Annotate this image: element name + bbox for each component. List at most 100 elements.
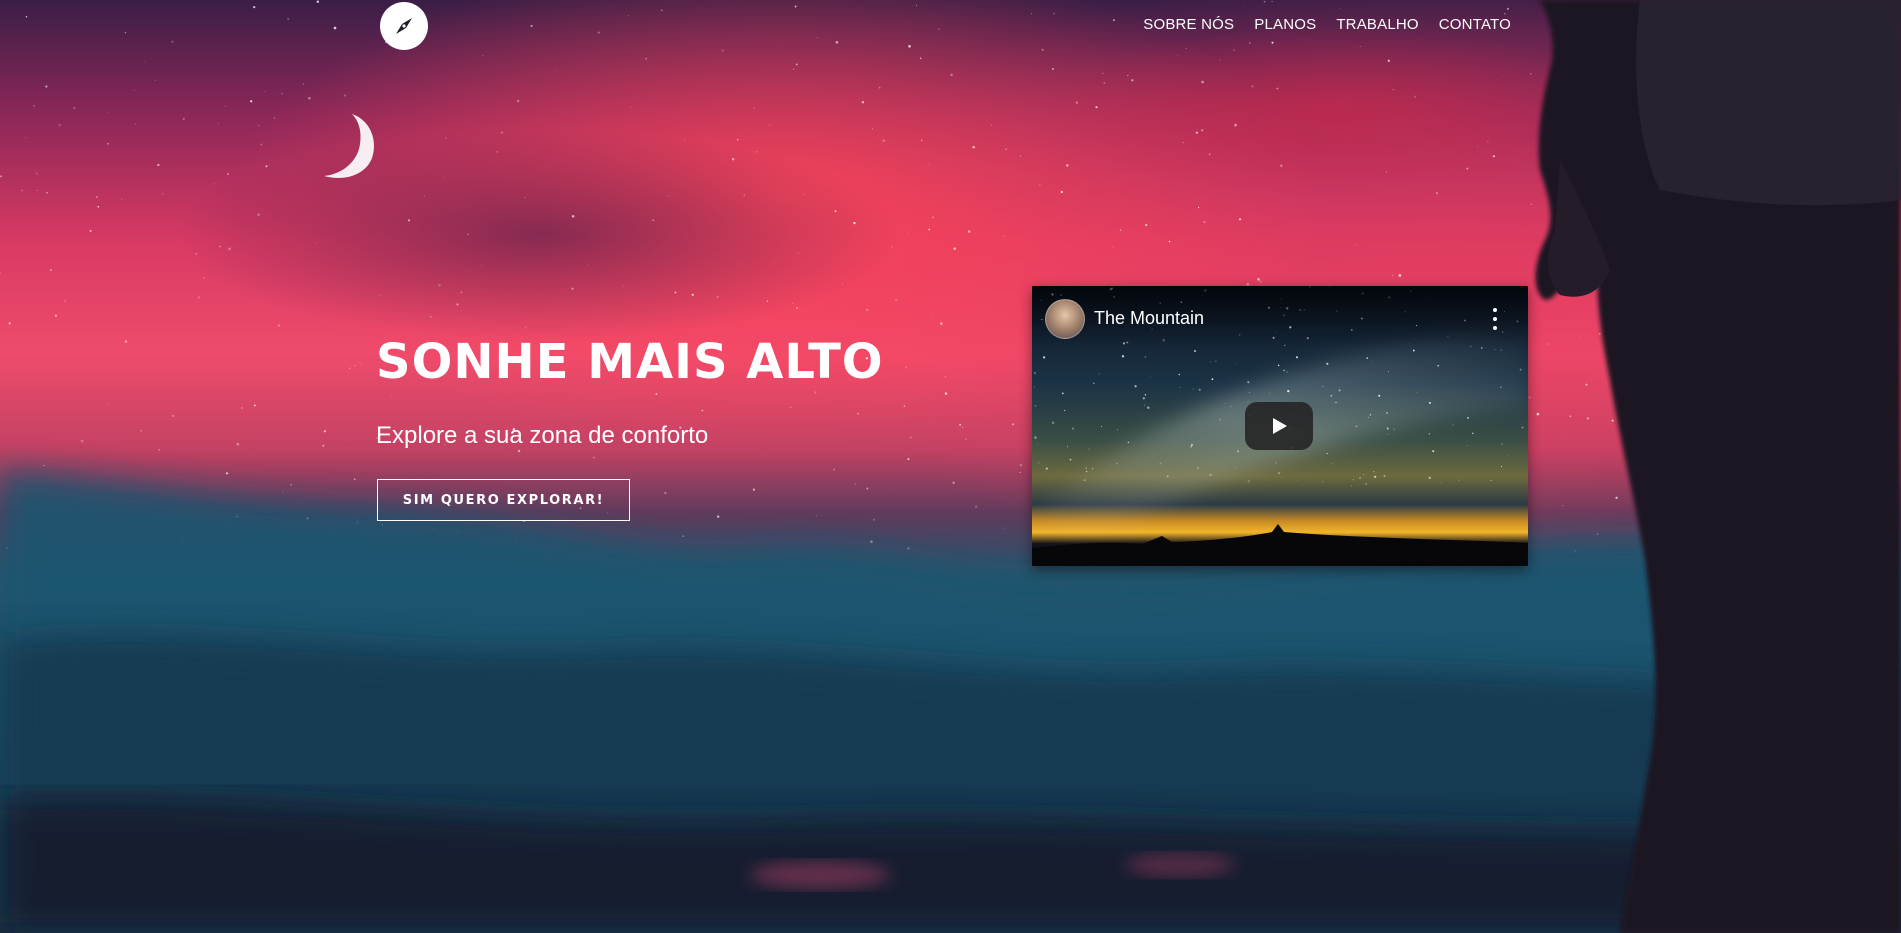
video-star (1042, 356, 1046, 359)
video-star (1277, 364, 1280, 367)
video-star (1159, 462, 1162, 465)
video-star (1420, 461, 1421, 463)
video-star (1210, 361, 1211, 363)
video-star (1335, 401, 1337, 404)
video-star (1072, 427, 1074, 430)
nav-link-planos[interactable]: PLANOS (1254, 16, 1316, 33)
video-star (1051, 421, 1055, 424)
video-star (1458, 479, 1460, 481)
person-silhouette (1535, 0, 1901, 933)
hero-subtitle: Explore a sua zona de conforto (376, 422, 709, 449)
video-star (1147, 406, 1150, 409)
video-star (1373, 471, 1375, 473)
compass-icon (396, 18, 412, 34)
video-star (1322, 385, 1324, 387)
video-star (1440, 482, 1442, 484)
video-star (1247, 480, 1250, 483)
video-star (1366, 357, 1369, 359)
video-star (1179, 386, 1181, 388)
video-embed[interactable]: The Mountain (1032, 286, 1528, 566)
video-star (1367, 417, 1369, 419)
video-star (1269, 392, 1271, 394)
video-star (1134, 385, 1137, 388)
video-star (1501, 443, 1503, 445)
video-star (1331, 463, 1333, 465)
video-star (1105, 469, 1107, 471)
video-star (1219, 447, 1221, 449)
video-star (1198, 388, 1201, 391)
video-star (1037, 443, 1039, 445)
video-star (1190, 445, 1192, 448)
video-star (1193, 349, 1197, 353)
video-star (1428, 433, 1431, 435)
video-star (1117, 429, 1119, 431)
video-star (1211, 378, 1214, 381)
video-star (1352, 479, 1354, 481)
video-star (1386, 412, 1388, 414)
video-star (1467, 416, 1470, 419)
video-title[interactable]: The Mountain (1094, 308, 1204, 329)
video-star (1297, 480, 1299, 481)
video-star (1326, 362, 1329, 365)
video-star (1257, 454, 1259, 455)
play-button[interactable] (1245, 402, 1313, 450)
video-star (1219, 418, 1222, 421)
video-star (1355, 425, 1358, 428)
video-star (1519, 368, 1522, 371)
logo[interactable] (380, 2, 428, 50)
video-star (1033, 386, 1035, 388)
more-vertical-icon[interactable] (1490, 308, 1500, 330)
nav-link-sobre-nos[interactable]: SOBRE NÓS (1143, 16, 1234, 33)
video-star (1494, 348, 1496, 351)
video-star (1069, 458, 1072, 461)
video-star (1237, 450, 1239, 453)
video-star (1378, 394, 1381, 397)
video-star (1178, 373, 1181, 376)
video-star (1144, 356, 1147, 358)
video-star (1085, 467, 1087, 469)
video-star (1197, 467, 1199, 469)
video-star (1437, 364, 1440, 367)
video-star (1365, 483, 1367, 485)
video-star (1386, 427, 1389, 430)
hero-title: SONHE MAIS ALTO (376, 334, 884, 390)
video-star (1507, 454, 1509, 456)
video-star (1326, 452, 1328, 455)
video-star (1371, 361, 1372, 362)
video-star (1500, 466, 1503, 468)
video-star (1153, 458, 1154, 459)
video-star (1127, 441, 1130, 444)
video-star (1466, 444, 1468, 447)
play-icon (1273, 418, 1287, 434)
video-star (1037, 461, 1040, 464)
video-star (1281, 476, 1283, 478)
video-star (1472, 432, 1474, 434)
video-star (1428, 476, 1431, 479)
nav-link-contato[interactable]: CONTATO (1439, 16, 1511, 33)
main-nav: SOBRE NÓS PLANOS TRABALHO CONTATO (1143, 16, 1511, 33)
video-star (1322, 481, 1324, 483)
video-star (1034, 404, 1037, 407)
video-star (1330, 394, 1333, 397)
video-star (1358, 476, 1362, 480)
video-star (1034, 436, 1037, 439)
video-star (1387, 433, 1389, 436)
video-star (1166, 475, 1169, 478)
video-star (1278, 472, 1280, 474)
video-star (1092, 382, 1095, 385)
channel-avatar[interactable] (1045, 299, 1085, 339)
video-star (1234, 467, 1236, 469)
video-star (1083, 479, 1086, 482)
video-star (1428, 401, 1431, 404)
crescent-moon-icon (324, 114, 374, 178)
video-star (1190, 443, 1193, 447)
video-star (1034, 372, 1036, 374)
video-star (1369, 414, 1372, 416)
video-star (1144, 394, 1147, 396)
explore-button[interactable]: SIM QUERO EXPLORAR! (377, 479, 630, 521)
video-star (1116, 462, 1118, 464)
video-star (1452, 424, 1454, 426)
nav-link-trabalho[interactable]: TRABALHO (1336, 16, 1418, 33)
video-star (1150, 376, 1152, 377)
video-star (1283, 369, 1285, 372)
